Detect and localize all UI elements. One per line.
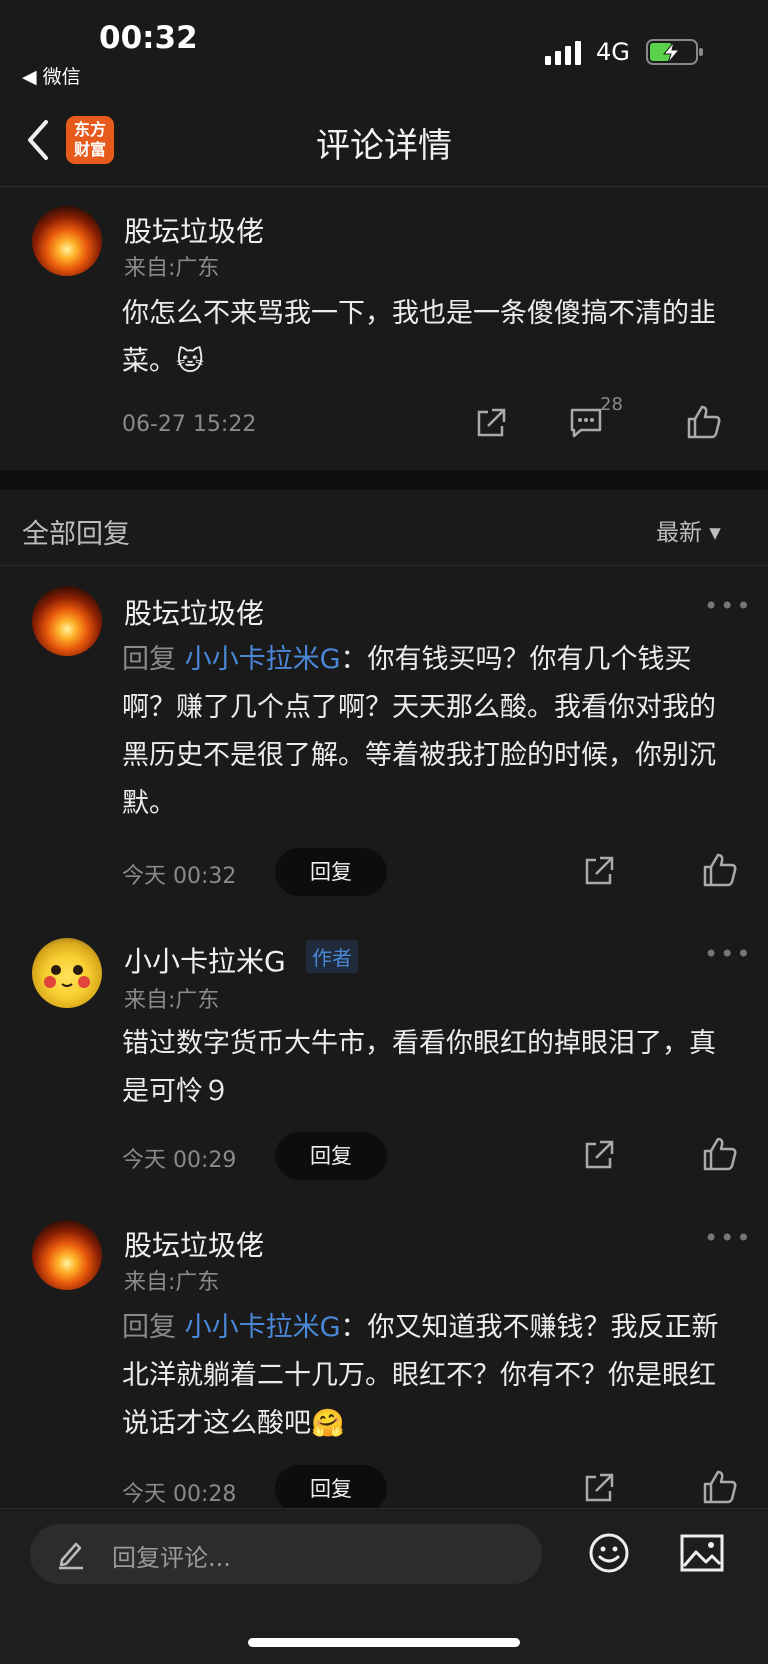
page-title: 评论详情 <box>316 126 452 166</box>
reply-count-badge: 28 <box>600 394 623 415</box>
reply-username[interactable]: 股坛垃圾佬 <box>124 1224 264 1264</box>
reply-username[interactable]: 股坛垃圾佬 <box>124 592 264 632</box>
thumbs-up-icon[interactable] <box>702 852 738 888</box>
thumbs-up-icon[interactable] <box>702 1136 738 1172</box>
reply-prefix: 回复 <box>122 644 176 675</box>
home-indicator[interactable] <box>248 1638 520 1647</box>
reply-input[interactable] <box>30 1524 542 1584</box>
pikachu-avatar-art <box>44 965 90 988</box>
signal-icon <box>545 41 585 65</box>
reply-location: 来自:广东 <box>124 1270 220 1295</box>
reply-timestamp: 今天 00:32 <box>122 864 237 889</box>
reply-button[interactable]: 回复 <box>275 1132 387 1180</box>
author-badge: 作者 <box>306 940 358 973</box>
comment-timestamp: 06-27 15:22 <box>122 412 257 437</box>
image-icon[interactable] <box>680 1534 724 1572</box>
comment-username[interactable]: 股坛垃圾佬 <box>124 210 264 250</box>
reply-button[interactable]: 回复 <box>275 848 387 896</box>
reply-to-user-link[interactable]: 小小卡拉米G <box>185 1312 341 1343</box>
battery-icon <box>646 38 704 66</box>
section-divider <box>0 470 768 490</box>
share-icon[interactable] <box>582 1138 616 1172</box>
reply-input-placeholder[interactable]: 回复评论... <box>112 1538 231 1573</box>
reply-text: 回复 小小卡拉米G：你有钱买吗？你有几个钱买啊？赚了几个点了啊？天天那么酸。我看… <box>122 636 742 828</box>
comment-location: 来自:广东 <box>124 256 220 281</box>
reply-timestamp: 今天 00:29 <box>122 1148 237 1173</box>
avatar[interactable] <box>32 938 102 1008</box>
comment-text: 你怎么不来骂我一下，我也是一条傻傻搞不清的韭菜。🐱 <box>122 298 716 377</box>
more-options-icon[interactable]: ••• <box>704 940 752 968</box>
sort-dropdown[interactable]: 最新 ▾ <box>656 513 721 547</box>
smiley-icon[interactable] <box>588 1532 630 1574</box>
thumbs-up-icon[interactable] <box>702 1469 738 1505</box>
reply-to-user-link[interactable]: 小小卡拉米G <box>185 644 341 675</box>
pencil-icon <box>56 1538 86 1570</box>
reply-location: 来自:广东 <box>124 988 220 1013</box>
all-replies-title: 全部回复 <box>22 519 130 550</box>
share-icon[interactable] <box>582 1471 616 1505</box>
divider <box>0 565 768 566</box>
share-icon[interactable] <box>474 406 508 440</box>
more-options-icon[interactable]: ••• <box>704 592 752 620</box>
reply-colon: ： <box>340 1312 368 1343</box>
reply-username[interactable]: 小小卡拉米G <box>124 940 286 980</box>
avatar[interactable] <box>32 586 102 656</box>
reply-text: 回复 小小卡拉米G：你又知道我不赚钱？我反正新北洋就躺着二十几万。眼红不？你有不… <box>122 1304 742 1448</box>
reply-timestamp: 今天 00:28 <box>122 1482 237 1507</box>
more-options-icon[interactable]: ••• <box>704 1224 752 1252</box>
status-time: 00:32 <box>99 20 198 56</box>
reply-button[interactable]: 回复 <box>275 1465 387 1513</box>
reply-prefix: 回复 <box>122 1312 176 1343</box>
avatar[interactable] <box>32 1220 102 1290</box>
thumbs-up-icon[interactable] <box>686 404 722 440</box>
reply-colon: ： <box>340 644 368 675</box>
comment-icon[interactable] <box>569 406 603 440</box>
network-type: 4G <box>596 38 630 66</box>
reply-text: 错过数字货币大牛市，看看你眼红的掉眼泪了，真是可怜９ <box>122 1028 716 1107</box>
share-icon[interactable] <box>582 854 616 888</box>
back-to-wechat-link[interactable]: ◀ 微信 <box>22 62 81 89</box>
avatar[interactable] <box>32 206 102 276</box>
